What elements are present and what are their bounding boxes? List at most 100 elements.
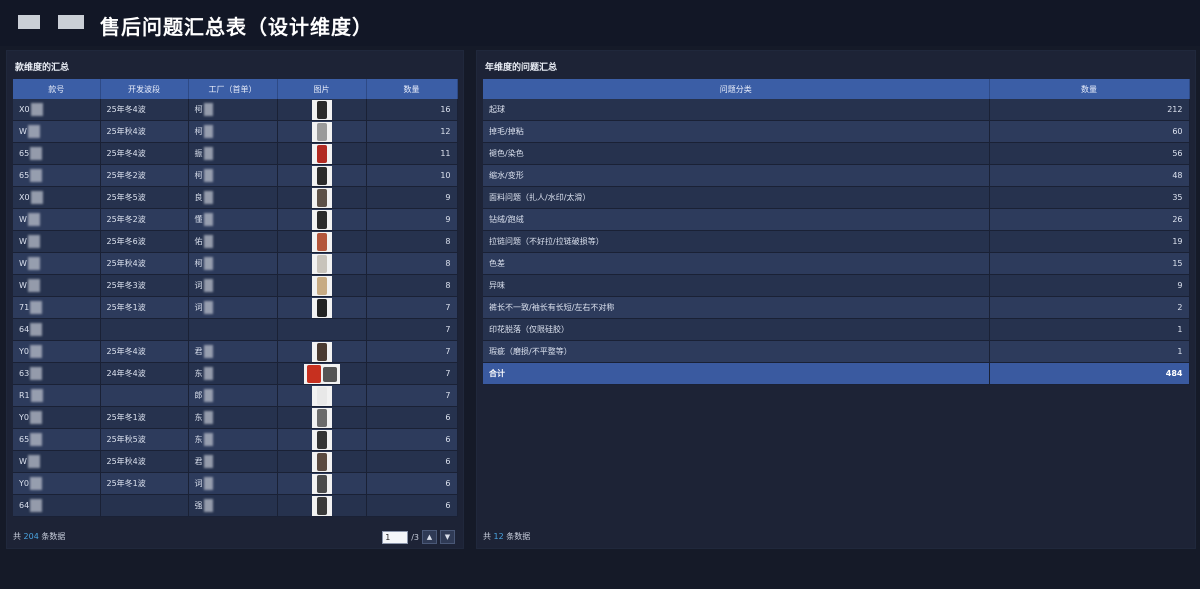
garment-shape	[316, 386, 327, 405]
table-row[interactable]: 65 25年秋5波东 6	[13, 428, 458, 451]
product-image[interactable]	[311, 165, 332, 186]
page-number-input[interactable]	[382, 530, 409, 544]
table-row[interactable]: 印花脱落（仅限硅胶） 1	[483, 318, 1190, 341]
product-image[interactable]	[311, 275, 332, 296]
record-count-suffix: 条数据	[506, 532, 531, 541]
table-row[interactable]: 64 7	[13, 318, 458, 341]
cell-image	[277, 142, 367, 165]
col-quantity[interactable]: 数量	[366, 79, 458, 99]
table-row[interactable]: R1 郎 7	[13, 384, 458, 407]
cell-issue-quantity: 60	[989, 120, 1190, 143]
table-row[interactable]: W 25年冬3波词 8	[13, 274, 458, 297]
cell-dev-wave: 25年秋4波	[100, 120, 189, 143]
table-row[interactable]: W 25年秋4波君 6	[13, 450, 458, 473]
table-row[interactable]: 63 24年冬4波东 7	[13, 362, 458, 385]
cell-issue-category: 裤长不一致/袖长有长短/左右不对称	[483, 296, 990, 319]
table-row[interactable]: 缩水/变形 48	[483, 164, 1190, 187]
table-row[interactable]: Y0 25年冬1波词 6	[13, 472, 458, 495]
table-row[interactable]: 裤长不一致/袖长有长短/左右不对称 2	[483, 296, 1190, 319]
table-row[interactable]: 瑕疵（磨损/不平整等） 1	[483, 340, 1190, 363]
product-image[interactable]	[311, 341, 332, 362]
product-image[interactable]	[311, 297, 332, 318]
garment-shape	[316, 342, 327, 361]
cell-factory: 强	[188, 494, 278, 517]
table-row[interactable]: X0 25年冬5波良 9	[13, 186, 458, 209]
cell-style-code: 65	[13, 142, 101, 165]
next-page-button[interactable]: ▼	[440, 530, 455, 544]
product-image[interactable]	[311, 253, 332, 274]
product-image[interactable]	[311, 451, 332, 472]
page-total: /3	[411, 532, 419, 542]
record-count-prefix: 共	[13, 532, 21, 541]
redacted-mark	[203, 125, 213, 138]
logo-mark-2	[58, 15, 84, 29]
table-header-row: 问题分类 数量	[483, 79, 1190, 99]
style-code: 65	[19, 149, 30, 158]
table-row[interactable]: W 25年秋4波柯 12	[13, 120, 458, 143]
table-row[interactable]: 64 强 6	[13, 494, 458, 517]
table-row[interactable]: Y0 25年冬1波东 6	[13, 406, 458, 429]
cell-style-code: W	[13, 120, 101, 143]
redacted-mark	[30, 191, 43, 204]
product-image[interactable]	[311, 385, 332, 406]
table-row[interactable]: W 25年冬2波懂 9	[13, 208, 458, 231]
table-row[interactable]: 65 25年冬2波柯 10	[13, 164, 458, 187]
factory-name: 郎	[194, 391, 203, 400]
product-image[interactable]	[311, 121, 332, 142]
table-row[interactable]: 钻绒/跑绒 26	[483, 208, 1190, 231]
cell-quantity: 10	[366, 164, 458, 187]
redacted-mark	[203, 433, 213, 446]
table-row[interactable]: W 25年冬6波佑 8	[13, 230, 458, 253]
table-row[interactable]: 异味 9	[483, 274, 1190, 297]
pagination: /3 ▲ ▼	[382, 530, 455, 544]
cell-style-code: X0	[13, 99, 101, 121]
table-row[interactable]: X0 25年冬4波柯 16	[13, 99, 458, 121]
record-count-suffix: 条数据	[41, 532, 66, 541]
table-row[interactable]: 71 25年冬1波词 7	[13, 296, 458, 319]
product-image[interactable]	[311, 429, 332, 450]
factory-name: 词	[194, 281, 203, 290]
cell-quantity: 7	[366, 318, 458, 341]
product-image[interactable]	[311, 99, 332, 120]
garment-shape	[316, 100, 327, 119]
product-image[interactable]	[311, 407, 332, 428]
table-row[interactable]: Y0 25年冬4波君 7	[13, 340, 458, 363]
factory-name: 柯	[194, 171, 203, 180]
cell-style-code: 64	[13, 494, 101, 517]
cell-issue-category: 色差	[483, 252, 990, 275]
product-image[interactable]	[311, 495, 332, 516]
style-code: X0	[19, 105, 30, 114]
product-image[interactable]	[311, 187, 332, 208]
table-row[interactable]: 面料问题（扎人/水印/太滑） 35	[483, 186, 1190, 209]
table-row[interactable]: 起球 212	[483, 99, 1190, 121]
cell-style-code: Y0	[13, 340, 101, 363]
cell-factory: 柯	[188, 164, 278, 187]
garment-shape	[306, 364, 321, 383]
col-issue-category[interactable]: 问题分类	[483, 79, 990, 99]
prev-page-button[interactable]: ▲	[422, 530, 437, 544]
style-code: 64	[19, 501, 30, 510]
product-image[interactable]	[303, 363, 340, 384]
col-dev-wave[interactable]: 开发波段	[100, 79, 189, 99]
table-row[interactable]: 色差 15	[483, 252, 1190, 275]
col-image[interactable]: 图片	[277, 79, 367, 99]
cell-quantity: 12	[366, 120, 458, 143]
product-image[interactable]	[311, 473, 332, 494]
style-code: 71	[19, 303, 30, 312]
product-image[interactable]	[311, 231, 332, 252]
col-factory[interactable]: 工厂（首单）	[188, 79, 278, 99]
style-summary-title: 款维度的汇总	[15, 63, 70, 73]
redacted-mark	[203, 477, 213, 490]
redacted-mark	[30, 367, 43, 380]
cell-factory: 柯	[188, 99, 278, 121]
table-row[interactable]: 掉毛/掉粘 60	[483, 120, 1190, 143]
col-style-code[interactable]: 款号	[13, 79, 101, 99]
table-row[interactable]: W 25年秋4波柯 8	[13, 252, 458, 275]
table-row[interactable]: 拉链问题（不好拉/拉链破损等） 19	[483, 230, 1190, 253]
table-row[interactable]: 褪色/染色 56	[483, 142, 1190, 165]
col-issue-quantity[interactable]: 数量	[989, 79, 1190, 99]
cell-style-code: R1	[13, 384, 101, 407]
table-row[interactable]: 65 25年冬4波振 11	[13, 142, 458, 165]
product-image[interactable]	[311, 143, 332, 164]
product-image[interactable]	[311, 209, 332, 230]
